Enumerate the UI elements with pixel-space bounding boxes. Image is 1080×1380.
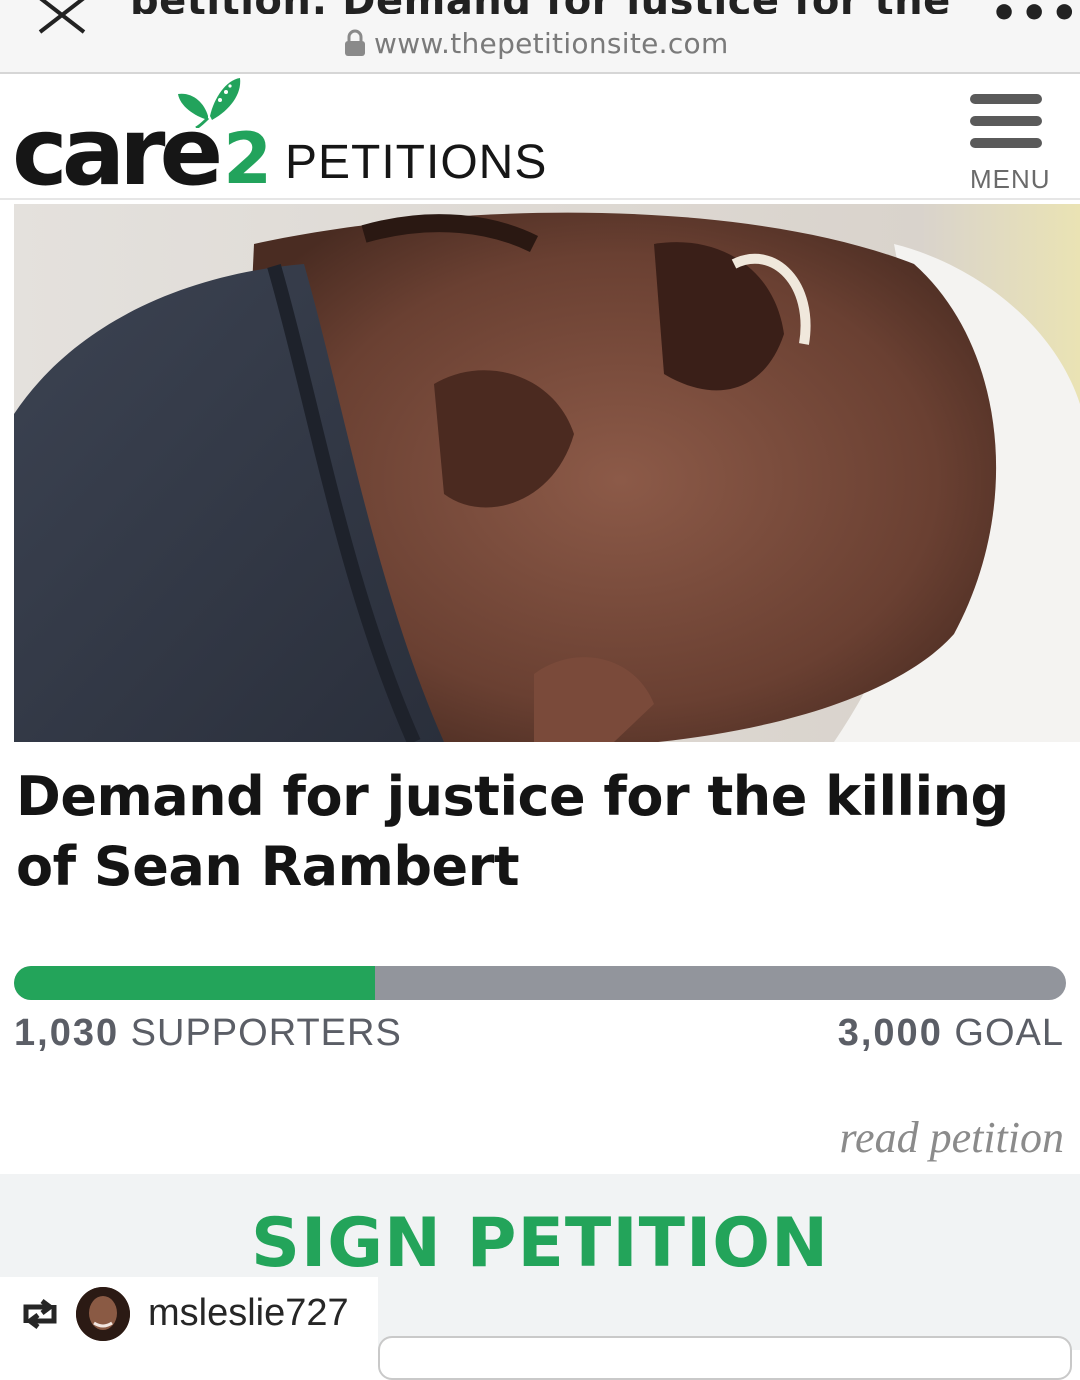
goal-label: GOAL [954, 1012, 1064, 1054]
supporters-label: SUPPORTERS [130, 1012, 402, 1054]
signature-input[interactable] [378, 1336, 1072, 1380]
url-bar[interactable]: www.thepetitionsite.com [344, 26, 729, 60]
supporters-number: 1,030 [14, 1012, 120, 1054]
lock-icon [345, 29, 365, 56]
close-icon[interactable] [34, 0, 92, 38]
petition-photo [14, 204, 1080, 742]
read-petition-link[interactable]: read petition [840, 1112, 1064, 1163]
repost-credit: msleslie727 [0, 1277, 378, 1350]
logo-petitions-text: PETITIONS [284, 136, 548, 189]
logo-two-text: 2 [223, 118, 272, 200]
more-icon[interactable]: ••• [990, 0, 1080, 39]
supporters-count: 1,030 SUPPORTERS [14, 1012, 402, 1055]
url-text: www.thepetitionsite.com [374, 26, 729, 60]
goal-count: 3,000 GOAL [838, 1012, 1064, 1055]
repost-icon [23, 1298, 57, 1329]
repost-username[interactable]: msleslie727 [148, 1292, 349, 1335]
tab-title: petition: Demand for justice for the kil… [130, 0, 950, 14]
sign-petition-button[interactable]: SIGN PETITION [0, 1204, 1080, 1283]
browser-bar: petition: Demand for justice for the kil… [0, 0, 1080, 74]
goal-number: 3,000 [837, 1012, 943, 1054]
progress-bar [14, 966, 1066, 1000]
petition-title: Demand for justice for the killing of Se… [16, 765, 1009, 898]
care2-logo[interactable]: care 2 PETITIONS [12, 82, 548, 200]
menu-button[interactable]: MENU [966, 88, 1051, 194]
progress-fill [14, 966, 375, 1000]
site-header: care 2 PETITIONS MENU [0, 74, 1080, 200]
butterfly-icon [178, 78, 241, 128]
menu-label: MENU [970, 164, 1051, 194]
avatar[interactable] [76, 1286, 130, 1341]
